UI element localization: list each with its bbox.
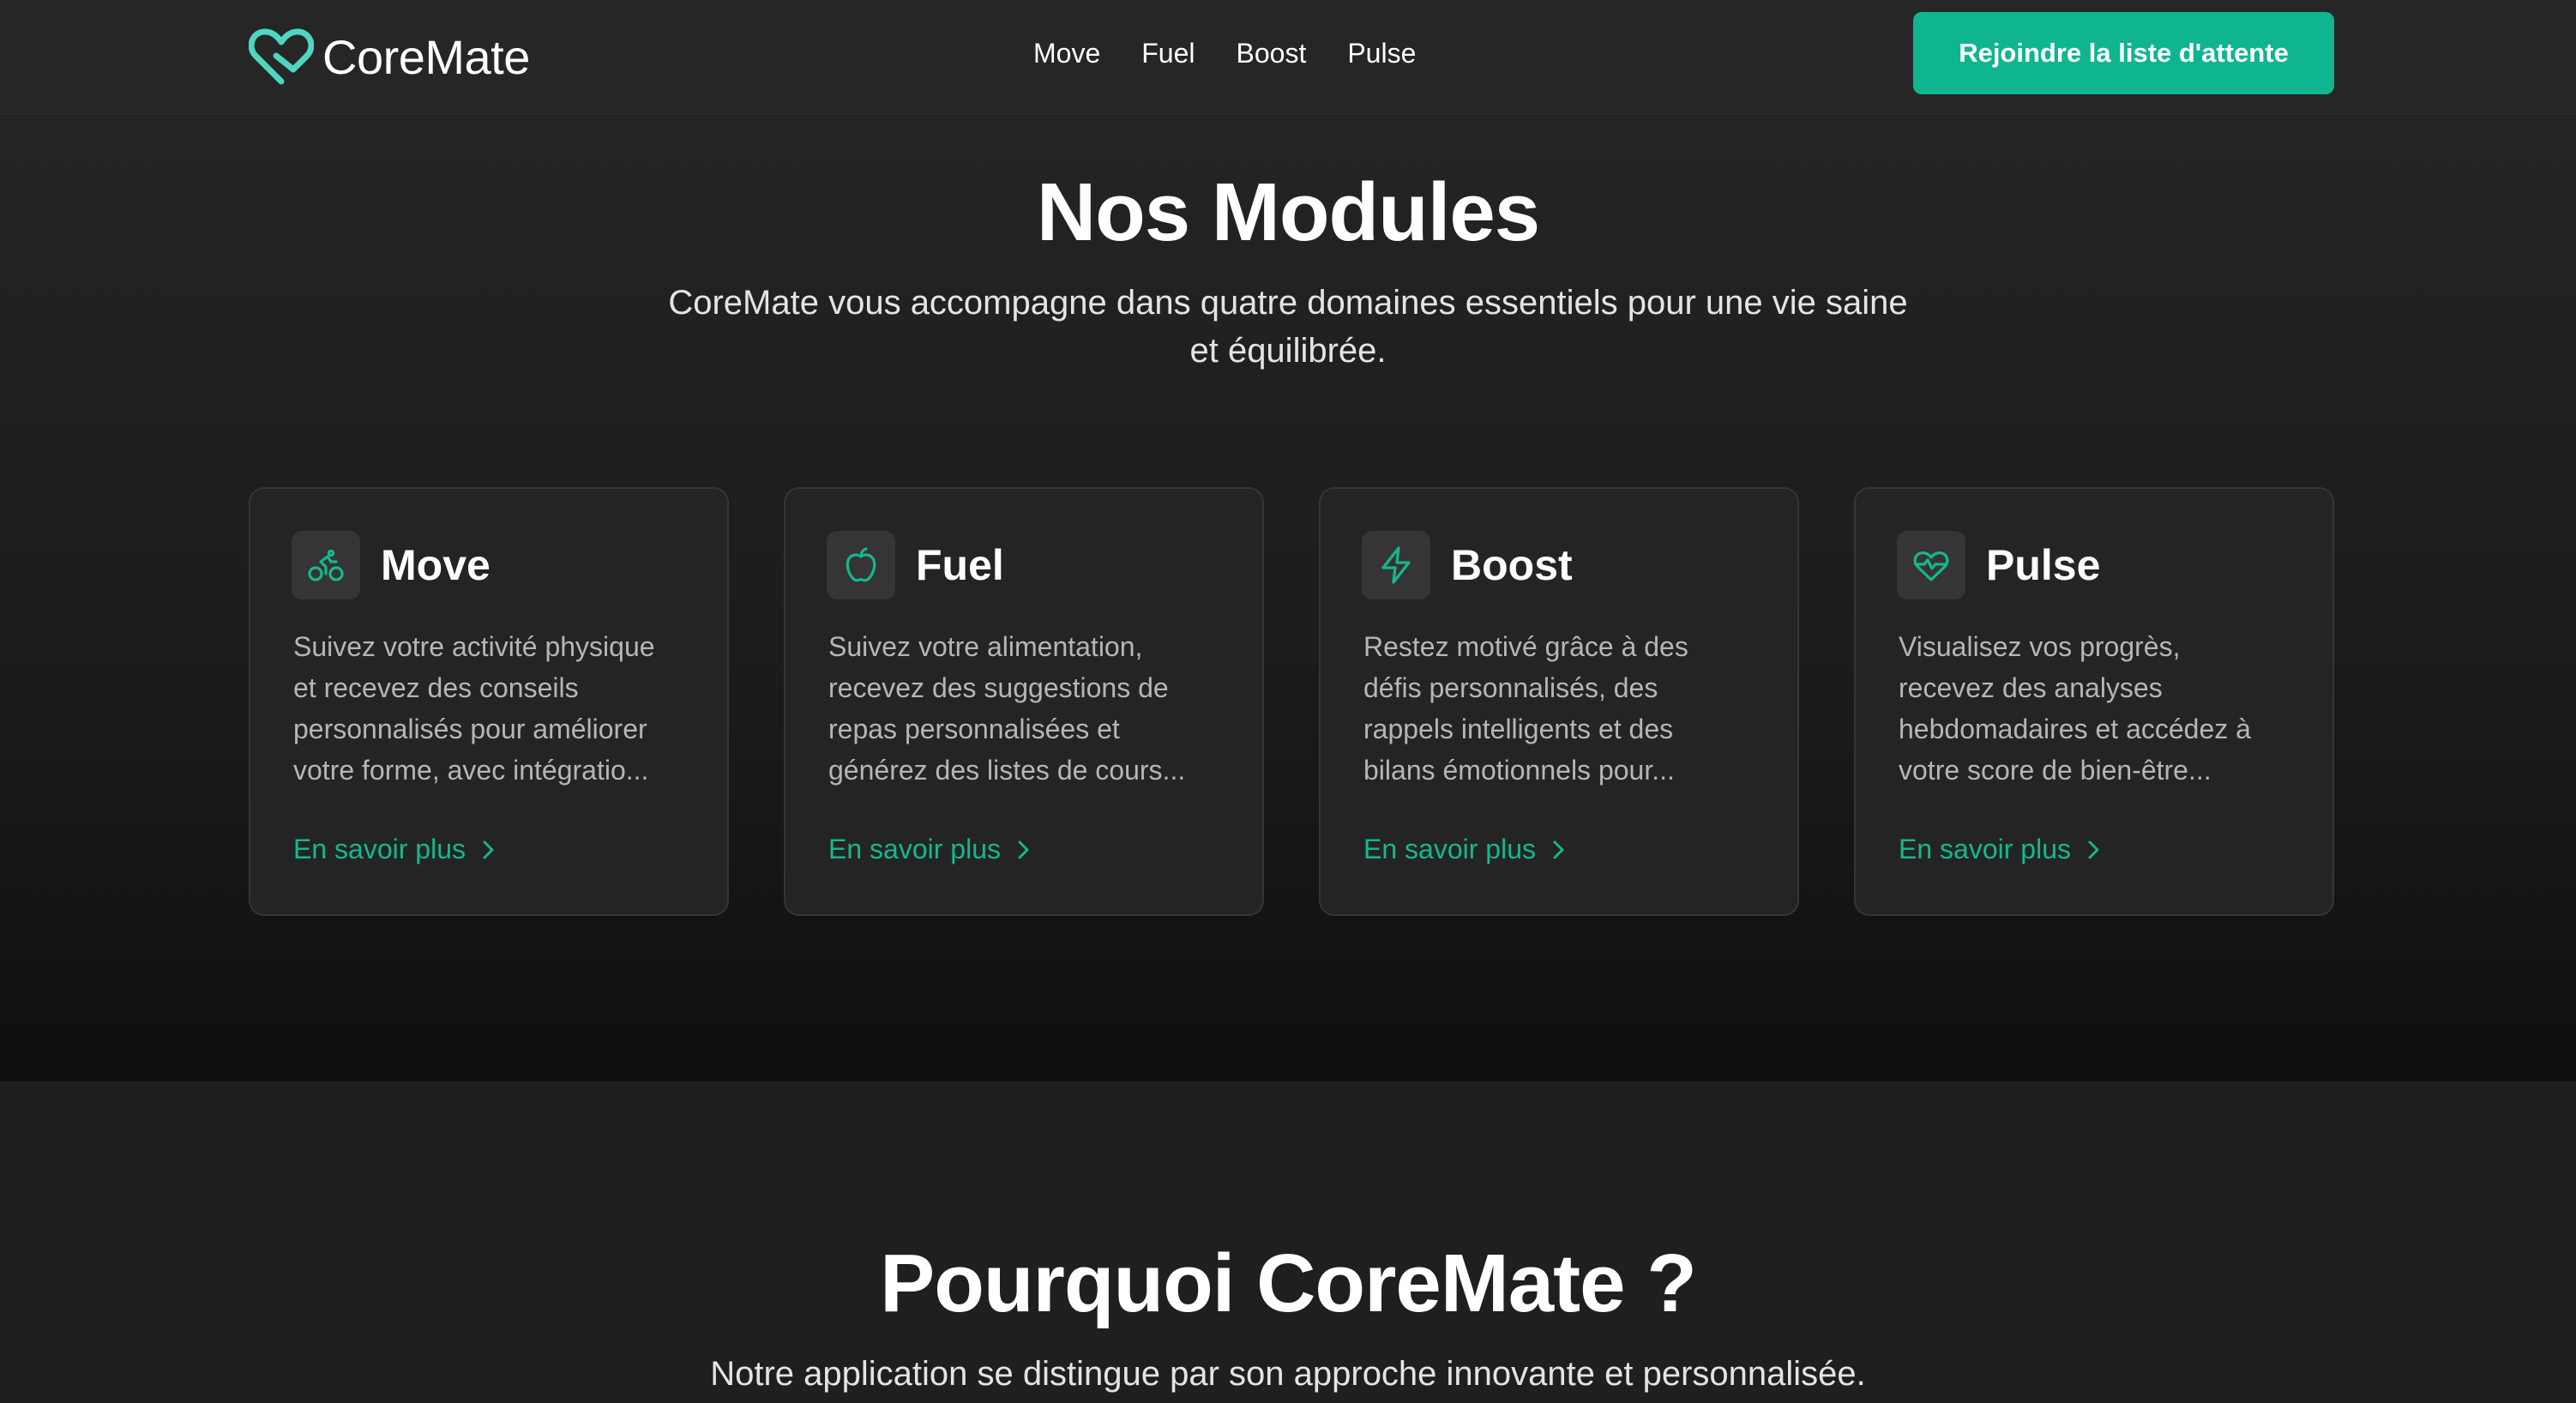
card-header: Fuel [827,530,1004,600]
learn-more-label: En savoir plus [1899,834,2071,864]
card-desc-line: rappels intelligents et des [1363,714,1674,744]
card-icon-tile [827,531,895,599]
module-card-move: Move Suivez votre activité physique et r… [249,487,729,916]
chevron-right-icon [1553,840,1564,858]
site-header: CoreMate Move Fuel Boost Pulse Rejoindre… [0,0,2576,115]
why-subtitle: Notre application se distingue par son a… [710,1355,1866,1393]
why-section: Pourquoi CoreMate ? Notre application se… [0,1082,2576,1403]
learn-more-label: En savoir plus [293,834,466,864]
card-desc-line: hebdomadaires et accédez à [1899,714,2251,744]
card-description: Suivez votre alimentation, recevez des s… [828,626,1231,791]
nav-link-pulse[interactable]: Pulse [1347,38,1416,69]
module-card-pulse: Pulse Visualisez vos progrès, recevez de… [1854,487,2334,916]
modules-section: Nos Modules CoreMate vous accompagne dan… [0,116,2576,1081]
heart-pulse-icon [1913,551,1949,581]
card-desc-line: recevez des suggestions de [828,672,1169,703]
chevron-right-icon [2088,840,2099,858]
card-header: Boost [1362,530,1573,600]
card-desc-line: Suivez votre activité physique [293,631,655,662]
nav-link-move[interactable]: Move [1033,38,1100,69]
learn-more-label: En savoir plus [1363,834,1536,864]
learn-more-link-fuel[interactable]: En savoir plus [828,834,1033,865]
lightning-icon [1381,546,1411,584]
module-card-boost: Boost Restez motivé grâce à des défis pe… [1319,487,1799,916]
learn-more-label: En savoir plus [828,834,1001,864]
card-desc-line: Restez motivé grâce à des [1363,631,1688,662]
card-desc-line: Suivez votre alimentation, [828,631,1143,662]
card-description: Restez motivé grâce à des défis personna… [1363,626,1766,791]
card-desc-line: recevez des analyses [1899,672,2163,703]
module-cards: Move Suivez votre activité physique et r… [249,487,2334,916]
brand-name: CoreMate [322,29,530,84]
card-icon-tile [292,531,360,599]
why-title: Pourquoi CoreMate ? [880,1237,1697,1329]
card-desc-line: bilans émotionnels pour... [1363,755,1675,786]
main-nav: Move Fuel Boost Pulse [1033,33,1416,74]
modules-subtitle-line-2: et équilibrée. [1189,332,1387,370]
card-description: Visualisez vos progrès, recevez des anal… [1899,626,2302,791]
card-icon-tile [1897,531,1965,599]
bike-icon [308,549,344,581]
apple-icon [846,547,876,582]
card-desc-line: défis personnalisés, des [1363,672,1658,703]
card-header: Move [292,530,491,600]
chevron-right-icon [1018,840,1029,858]
card-desc-line: Visualisez vos progrès, [1899,631,2181,662]
card-desc-line: et recevez des conseils [293,672,579,703]
learn-more-link-pulse[interactable]: En savoir plus [1899,834,2104,865]
card-title: Fuel [916,541,1004,589]
card-title: Move [381,541,491,589]
brand-logo[interactable]: CoreMate [249,22,530,91]
join-waitlist-button[interactable]: Rejoindre la liste d'attente [1913,12,2334,94]
card-desc-line: générez des listes de cours... [828,755,1186,786]
card-desc-line: votre score de bien-être... [1899,755,2212,786]
card-desc-line: votre forme, avec intégratio... [293,755,649,786]
modules-title: Nos Modules [1036,166,1540,258]
learn-more-link-move[interactable]: En savoir plus [293,834,498,865]
heart-logo-icon [249,28,314,85]
card-header: Pulse [1897,530,2100,600]
nav-link-boost[interactable]: Boost [1237,38,1307,69]
modules-subtitle-line-1: CoreMate vous accompagne dans quatre dom… [668,284,1908,322]
card-description: Suivez votre activité physique et receve… [293,626,696,791]
card-title: Pulse [1986,541,2101,589]
card-desc-line: repas personnalisées et [828,714,1120,744]
card-desc-line: personnalisés pour améliorer [293,714,647,744]
card-title: Boost [1451,541,1573,589]
chevron-right-icon [483,840,494,858]
learn-more-link-boost[interactable]: En savoir plus [1363,834,1568,865]
nav-link-fuel[interactable]: Fuel [1141,38,1195,69]
card-icon-tile [1362,531,1430,599]
page: CoreMate Move Fuel Boost Pulse Rejoindre… [0,0,2576,1403]
module-card-fuel: Fuel Suivez votre alimentation, recevez … [784,487,1264,916]
